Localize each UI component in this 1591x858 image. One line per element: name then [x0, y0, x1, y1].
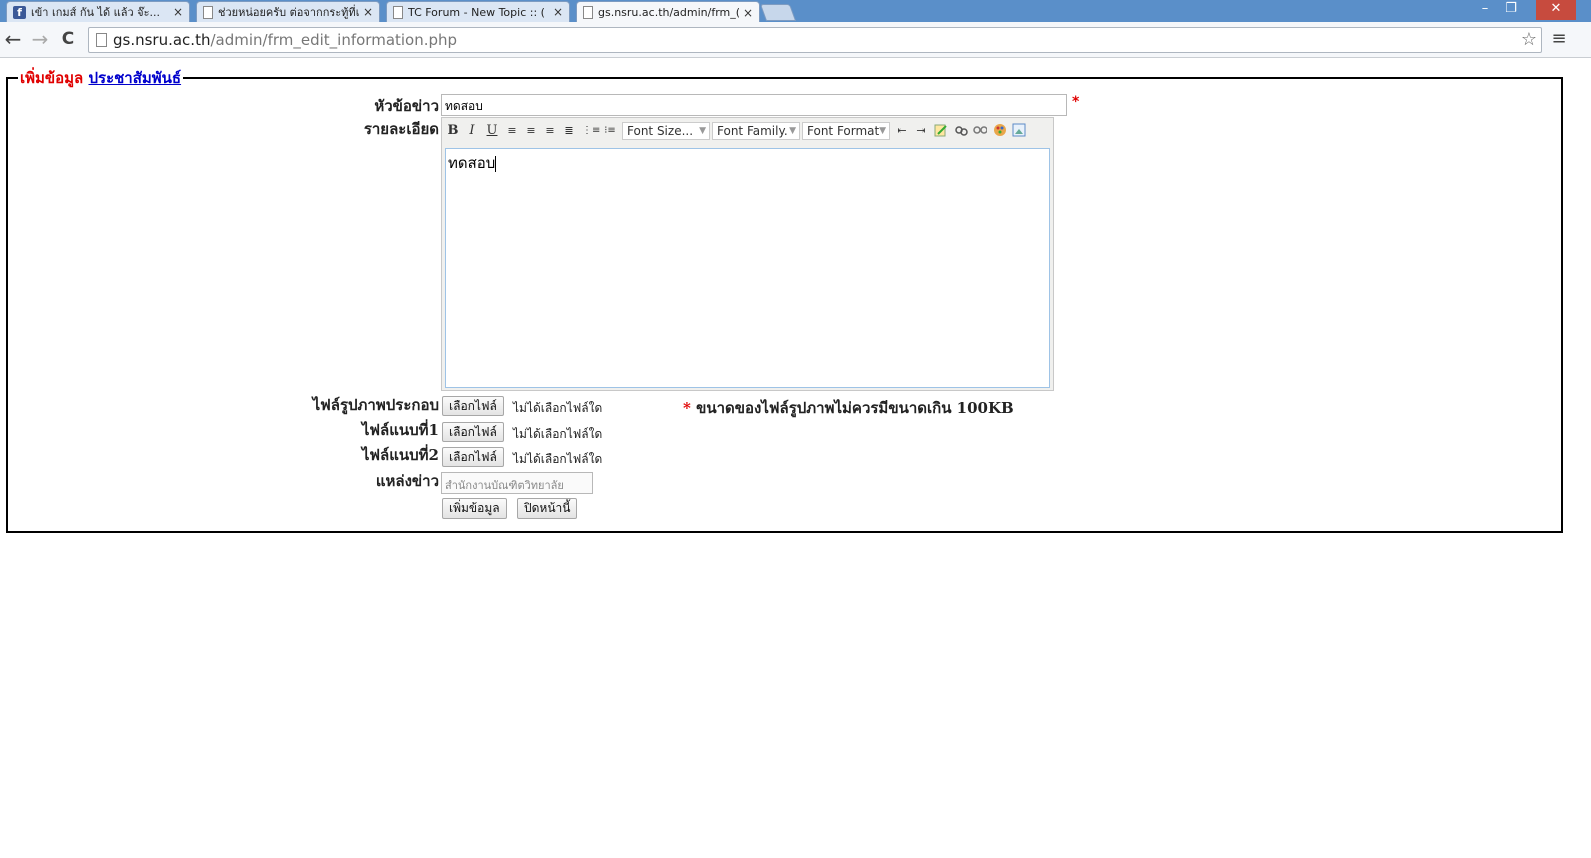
- close-icon[interactable]: ×: [173, 5, 183, 19]
- underline-button[interactable]: U: [484, 123, 500, 139]
- image-size-note: * ขนาดของไฟล์รูปภาพไม่ควรมีขนาดเกิน 100K…: [683, 396, 1014, 420]
- note-text: ขนาดของไฟล์รูปภาพไม่ควรมีขนาดเกิน 100KB: [696, 399, 1014, 417]
- back-icon[interactable]: ←: [2, 28, 24, 50]
- tab-tc-forum[interactable]: TC Forum - New Topic :: ( ×: [386, 1, 570, 22]
- page-icon: [96, 33, 107, 47]
- align-justify-icon[interactable]: ≣: [561, 123, 577, 139]
- tab-gs-nsru[interactable]: gs.nsru.ac.th/admin/frm_( ×: [576, 1, 760, 23]
- restore-icon[interactable]: ❐: [1498, 0, 1524, 20]
- attach1-label: ไฟล์แนบที่1: [361, 421, 439, 439]
- tab-title: gs.nsru.ac.th/admin/frm_(: [598, 6, 739, 19]
- font-size-select[interactable]: Font Size... ▼: [622, 122, 710, 140]
- insert-image-icon[interactable]: [1011, 123, 1027, 139]
- browser-toolbar: ← → C gs.nsru.ac.th/admin/frm_edit_infor…: [0, 22, 1591, 58]
- page-icon: [203, 5, 213, 19]
- new-tab-button[interactable]: [759, 4, 797, 21]
- forward-icon[interactable]: →: [29, 28, 51, 50]
- page-icon: [393, 5, 403, 19]
- close-icon[interactable]: ×: [553, 5, 563, 19]
- tab-facebook[interactable]: f เข้า เกมส์ กัน ได้ แล้ว จ๊ะ... ×: [6, 1, 190, 22]
- tab-title: ช่วยหน่อยครับ ต่อจากกระทู้ที่แ: [218, 6, 359, 19]
- window-close-icon[interactable]: ✕: [1536, 0, 1576, 20]
- bookmark-star-icon[interactable]: ☆: [1521, 28, 1537, 52]
- close-icon[interactable]: ×: [743, 6, 753, 20]
- italic-button[interactable]: I: [464, 123, 480, 139]
- align-right-icon[interactable]: ≡: [542, 123, 558, 139]
- menu-icon[interactable]: ≡: [1549, 28, 1569, 50]
- edit-html-icon[interactable]: [933, 123, 949, 139]
- form-legend: เพิ่มข้อมูล ประชาสัมพันธ์: [18, 66, 183, 90]
- address-bar[interactable]: gs.nsru.ac.th/admin/frm_edit_information…: [88, 27, 1542, 53]
- tab-title: เข้า เกมส์ กัน ได้ แล้ว จ๊ะ...: [31, 6, 161, 19]
- link-icon[interactable]: [953, 123, 969, 139]
- editor-toolbar: B I U ≡ ≡ ≡ ≣ ⋮≡ ⁝≡ Font Size... ▼ Font F…: [442, 118, 1053, 144]
- required-mark: *: [1072, 94, 1080, 110]
- tab-help-thread[interactable]: ช่วยหน่อยครับ ต่อจากกระทู้ที่แ ×: [196, 1, 380, 22]
- font-format-select[interactable]: Font Format ▼: [802, 122, 890, 140]
- source-label: แหล่งข่าว: [375, 472, 439, 490]
- font-family-select[interactable]: Font Family. ▼: [712, 122, 800, 140]
- font-format-label: Font Format: [807, 124, 880, 138]
- ordered-list-icon[interactable]: ⋮≡: [582, 123, 600, 139]
- facebook-icon: f: [13, 5, 26, 19]
- legend-add-data: เพิ่มข้อมูล: [20, 69, 84, 87]
- choose-attach2-button[interactable]: เลือกไฟล์: [442, 447, 504, 467]
- align-left-icon[interactable]: ≡: [504, 123, 520, 139]
- rich-text-editor: B I U ≡ ≡ ≡ ≣ ⋮≡ ⁝≡ Font Size... ▼ Font F…: [441, 117, 1054, 391]
- text-caret: [495, 156, 497, 172]
- outdent-icon[interactable]: ⇤: [894, 123, 910, 139]
- page-icon: [583, 6, 593, 19]
- detail-label: รายละเอียด: [363, 120, 439, 138]
- color-picker-icon[interactable]: [992, 123, 1008, 139]
- attach2-no-file-text: ไม่ได้เลือกไฟล์ใด: [513, 452, 603, 466]
- font-size-label: Font Size...: [627, 124, 694, 138]
- source-input[interactable]: สำนักงานบัณฑิตวิทยาลัย: [441, 472, 593, 494]
- submit-button[interactable]: เพิ่มข้อมูล: [442, 498, 507, 519]
- close-icon[interactable]: ×: [363, 5, 373, 19]
- tab-strip: f เข้า เกมส์ กัน ได้ แล้ว จ๊ะ... × ช่วยห…: [0, 0, 1591, 23]
- reload-icon[interactable]: C: [57, 28, 79, 50]
- editor-content-area[interactable]: ทดสอบ: [445, 148, 1050, 388]
- indent-icon[interactable]: ⇥: [913, 123, 929, 139]
- tab-title: TC Forum - New Topic :: (: [408, 5, 545, 19]
- title-label: หัวข้อข่าว: [374, 97, 439, 115]
- unlink-icon[interactable]: [972, 123, 988, 139]
- legend-pr-link[interactable]: ประชาสัมพันธ์: [88, 69, 181, 87]
- note-required-mark: *: [683, 399, 691, 417]
- choose-image-button[interactable]: เลือกไฟล์: [442, 396, 504, 416]
- align-center-icon[interactable]: ≡: [523, 123, 539, 139]
- address-host: gs.nsru.ac.th: [113, 31, 211, 49]
- attach2-label: ไฟล์แนบที่2: [361, 446, 439, 464]
- choose-attach1-button[interactable]: เลือกไฟล์: [442, 422, 504, 442]
- editor-content: ทดสอบ: [448, 154, 496, 172]
- minimize-icon[interactable]: –: [1472, 0, 1498, 20]
- title-input[interactable]: ทดสอบ: [441, 94, 1067, 116]
- address-path: /admin/frm_edit_information.php: [210, 31, 458, 49]
- close-page-button[interactable]: ปิดหน้านี้: [517, 498, 578, 519]
- bold-button[interactable]: B: [445, 123, 461, 139]
- image-no-file-text: ไม่ได้เลือกไฟล์ใด: [513, 401, 603, 415]
- font-family-label: Font Family.: [717, 124, 788, 138]
- unordered-list-icon[interactable]: ⁝≡: [602, 123, 618, 139]
- attach1-no-file-text: ไม่ได้เลือกไฟล์ใด: [513, 427, 603, 441]
- image-file-label: ไฟล์รูปภาพประกอบ: [312, 396, 439, 414]
